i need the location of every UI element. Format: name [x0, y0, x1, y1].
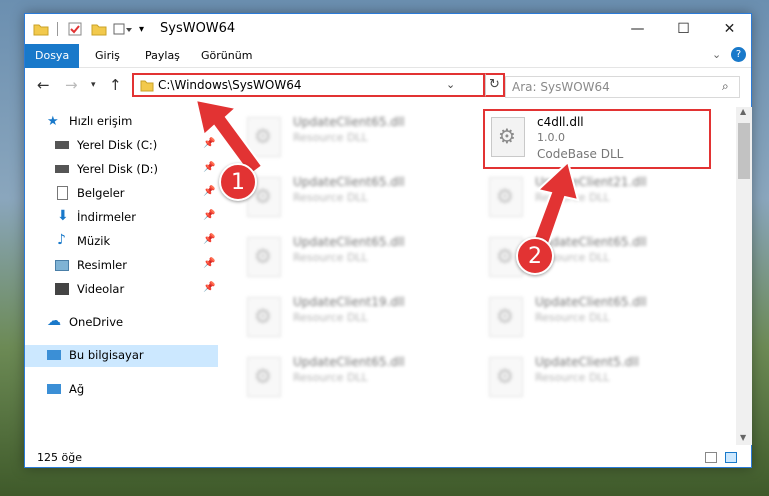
arrow-step-2 [531, 160, 580, 248]
annotation-arrows [194, 98, 580, 248]
step-badge-2: 2 [516, 237, 554, 275]
step-badge-1: 1 [219, 163, 257, 201]
arrow-step-1 [194, 98, 264, 177]
